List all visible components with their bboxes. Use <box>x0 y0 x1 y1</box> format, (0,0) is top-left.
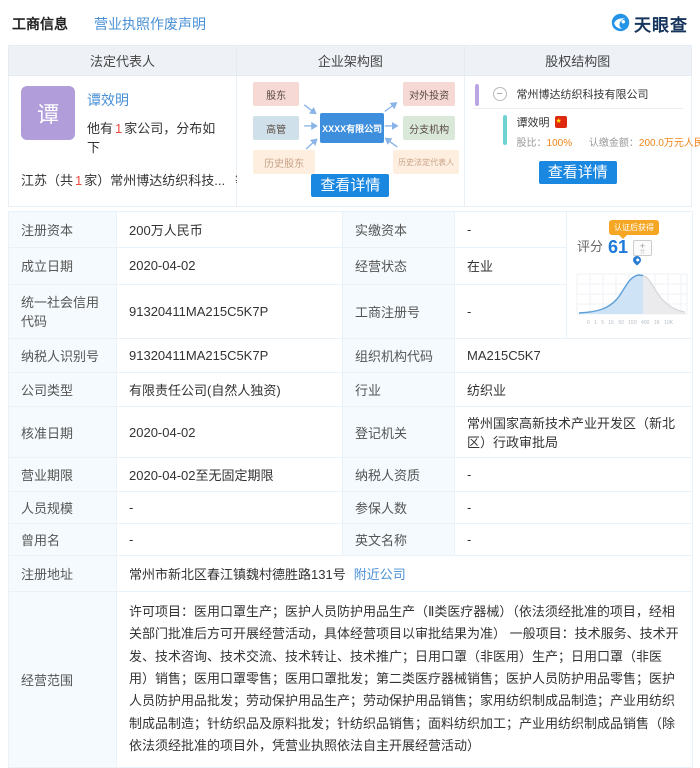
business-scope-text: 许可项目：医用口罩生产；医护人员防护用品生产（Ⅱ类医疗器械）（依法须经批准的项目… <box>117 592 693 768</box>
china-flag-icon: ★ <box>555 116 567 128</box>
tianyancha-logo-icon <box>611 13 630 35</box>
equity-root-bar <box>475 84 479 106</box>
province-count: 1 <box>73 173 84 188</box>
equity-ratio-line: 股比：100% 认缴金额：200.0万元人民币 <box>517 134 683 149</box>
org-chart-panel: 股东 高管 历史股东 XXXX有限公司 对外投资 分支机构 历史法定代表人 <box>237 76 464 207</box>
node-shareholders[interactable]: 股东 <box>253 82 299 106</box>
registered-address-cell: 常州市新北区春江镇魏村德胜路131号附近公司 <box>117 556 693 592</box>
score-plus-box[interactable]: +分 <box>633 240 652 256</box>
score-axis-labels: 0 1 5 15 50 150 400 1K 10K <box>573 320 687 326</box>
table-row: 公司类型 有限责任公司(自然人独资) 行业 纺织业 <box>9 373 693 407</box>
header-org-chart: 企业架构图 <box>237 46 464 76</box>
table-row: 纳税人识别号 91320411MA215C5K7P 组织机构代码 MA215C5… <box>9 339 693 373</box>
legal-rep-panel: 谭 谭效明 他有1家公司，分布如下 江苏（共1家）常州博达纺织科技...等 <box>9 76 237 207</box>
header-legal-representative: 法定代表人 <box>9 46 237 76</box>
score-distribution-curve <box>573 266 691 318</box>
registered-address: 常州市新北区春江镇魏村德胜路131号 <box>129 567 346 582</box>
brand-name: 天眼查 <box>634 11 688 36</box>
node-history-legal-rep[interactable]: 历史法定代表人 <box>393 150 459 174</box>
header-equity-chart: 股权结构图 <box>464 46 691 76</box>
registration-info-table: 注册资本 200万人民币 实缴资本 - 认证后获得 评分 61 +分 <box>8 211 693 768</box>
brand-logo[interactable]: 天眼查 <box>611 11 688 36</box>
node-history-shareholders[interactable]: 历史股东 <box>253 150 315 174</box>
org-chart-diagram: 股东 高管 历史股东 XXXX有限公司 对外投资 分支机构 历史法定代表人 <box>237 76 463 172</box>
score-panel: 认证后获得 评分 61 +分 <box>567 212 693 339</box>
node-executives[interactable]: 高管 <box>253 116 299 140</box>
nearby-companies-link[interactable]: 附近公司 <box>354 567 406 582</box>
table-row-address: 注册地址 常州市新北区春江镇魏村德胜路131号附近公司 <box>9 556 693 592</box>
equity-panel: − 常州博达纺织科技有限公司 谭效明 ★ 股比：100% 认缴金额：200.0万元… <box>464 76 691 207</box>
company-count: 1 <box>113 121 124 136</box>
tab-license-void-statement[interactable]: 营业执照作废声明 <box>94 14 206 34</box>
legal-rep-name-link[interactable]: 谭效明 <box>87 90 129 110</box>
node-branches[interactable]: 分支机构 <box>403 116 455 140</box>
score-label: 评分 <box>577 236 603 256</box>
legal-rep-distribution: 江苏（共1家）常州博达纺织科技...等 <box>21 170 224 189</box>
table-row: 注册资本 200万人民币 实缴资本 - 认证后获得 评分 61 +分 <box>9 212 693 248</box>
tab-business-info[interactable]: 工商信息 <box>12 14 68 34</box>
node-center-company[interactable]: XXXX有限公司 <box>320 113 384 143</box>
amount-value: 200.0万元人民币 <box>639 138 700 149</box>
table-row: 营业期限 2020-04-02至无固定期限 纳税人资质 - <box>9 458 693 492</box>
location-pin-icon <box>631 254 642 265</box>
ratio-value: 100% <box>547 138 573 149</box>
top-overview-section: 法定代表人 企业架构图 股权结构图 谭 谭效明 他有1家公司，分布如下 <box>8 45 692 207</box>
equity-holder-link[interactable]: 谭效明 <box>517 114 550 130</box>
table-row: 核准日期 2020-04-02 登记机关 常州国家高新技术产业开发区（新北区）行… <box>9 407 693 458</box>
tab-bar: 工商信息 营业执照作废声明 天眼查 <box>8 0 692 45</box>
collapse-minus-icon[interactable]: − <box>493 87 507 101</box>
equity-view-details-button[interactable]: 查看详情 <box>539 161 617 184</box>
certification-badge[interactable]: 认证后获得 <box>609 220 659 235</box>
distributed-company: 常州博达纺织科技... <box>110 173 225 188</box>
score-value: 61 <box>608 238 628 256</box>
org-chart-view-details-button[interactable]: 查看详情 <box>311 174 389 197</box>
node-investments[interactable]: 对外投资 <box>403 82 455 106</box>
avatar[interactable]: 谭 <box>21 86 75 140</box>
table-row: 人员规模 - 参保人数 - <box>9 492 693 524</box>
equity-child-bar <box>503 115 507 145</box>
table-row-business-scope: 经营范围 许可项目：医用口罩生产；医护人员防护用品生产（Ⅱ类医疗器械）（依法须经… <box>9 592 693 768</box>
business-info-page: 工商信息 营业执照作废声明 天眼查 法定代表人 企业架构图 股权结构图 <box>0 0 700 768</box>
equity-company-link[interactable]: 常州博达纺织科技有限公司 <box>517 89 649 101</box>
legal-rep-summary: 他有1家公司，分布如下 <box>87 118 224 156</box>
table-row: 曾用名 - 英文名称 - <box>9 524 693 556</box>
